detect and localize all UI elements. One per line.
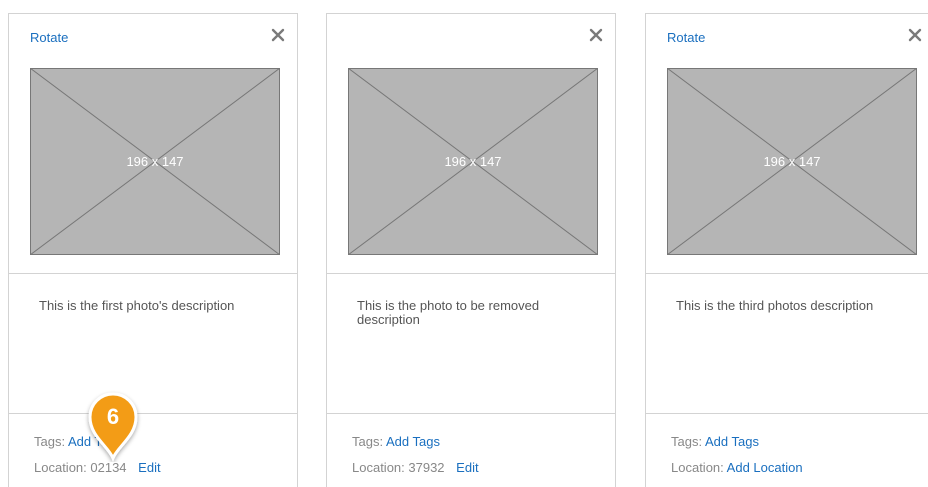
add-tags-link[interactable]: Add Tags <box>386 434 440 449</box>
image-placeholder-graphic <box>347 67 599 256</box>
add-location-link[interactable]: Add Location <box>727 460 803 475</box>
location-row: Location: Add Location <box>671 460 803 475</box>
tags-row: Tags: Add Tags <box>671 434 759 449</box>
photo-card-header: 196 x 147 <box>327 14 615 274</box>
close-icon[interactable] <box>271 28 285 42</box>
photo-placeholder: 196 x 147 <box>347 67 599 256</box>
close-icon[interactable] <box>589 28 603 42</box>
photo-description: This is the first photo's description <box>39 298 235 313</box>
tags-label: Tags: <box>352 434 384 449</box>
photo-description: This is the third photos description <box>676 298 874 313</box>
photo-description: This is the photo to be removed descript… <box>357 298 540 327</box>
image-placeholder-graphic <box>29 67 281 256</box>
photo-card-header: Rotate 196 x 147 <box>9 14 297 274</box>
description-area[interactable]: This is the third photos description <box>646 274 928 414</box>
annotation-marker: 6 <box>78 390 148 462</box>
photo-placeholder: 196 x 147 <box>29 67 281 256</box>
image-placeholder-graphic <box>666 67 918 256</box>
photo-card-3: Rotate 196 x 147 This is the third photo… <box>645 13 928 487</box>
location-row: Location: 37932 Edit <box>352 460 479 475</box>
location-label: Location: <box>671 460 724 475</box>
location-label: Location: <box>352 460 405 475</box>
tags-label: Tags: <box>34 434 66 449</box>
location-label: Location: <box>34 460 87 475</box>
location-value: 37932 <box>408 460 445 475</box>
add-tags-link[interactable]: Add Tags <box>705 434 759 449</box>
tags-label: Tags: <box>671 434 703 449</box>
edit-location-link[interactable]: Edit <box>138 460 160 475</box>
tags-row: Tags: Add Tags <box>352 434 440 449</box>
edit-location-link[interactable]: Edit <box>456 460 478 475</box>
photo-card-header: Rotate 196 x 147 <box>646 14 928 274</box>
rotate-link[interactable]: Rotate <box>667 30 705 45</box>
close-icon[interactable] <box>908 28 922 42</box>
annotation-number: 6 <box>107 404 119 429</box>
location-row: Location: 02134 Edit <box>34 460 161 475</box>
photo-placeholder: 196 x 147 <box>666 67 918 256</box>
description-area[interactable]: This is the photo to be removed descript… <box>327 274 615 414</box>
map-pin-icon: 6 <box>88 392 138 462</box>
photo-card-1: Rotate 196 x 147 This is the first photo… <box>8 13 298 487</box>
location-value: 02134 <box>90 460 127 475</box>
rotate-link[interactable]: Rotate <box>30 30 68 45</box>
description-area[interactable]: This is the first photo's description <box>9 274 297 414</box>
photo-card-2: 196 x 147 This is the photo to be remove… <box>326 13 616 487</box>
